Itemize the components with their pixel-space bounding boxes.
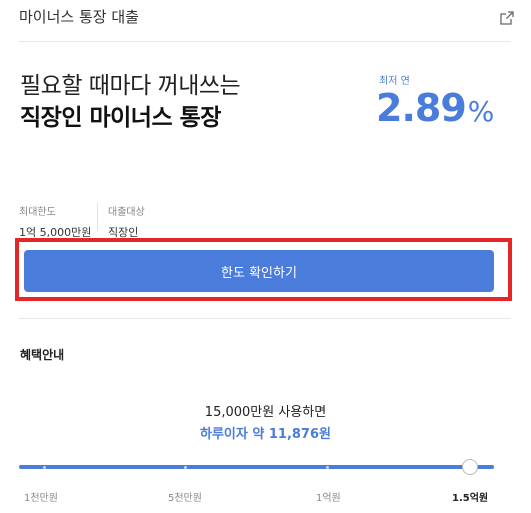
tick-label-10m[interactable]: 1천만원 (24, 489, 58, 504)
rate-number: 2.89 (376, 86, 467, 130)
hero-title: 직장인 마이너스 통장 (20, 105, 221, 131)
max-limit-label: 최대한도 (19, 207, 56, 218)
rate-value: 2.89% (376, 86, 495, 130)
slider-tick-dot (184, 466, 187, 469)
loan-target-label: 대출대상 (108, 207, 145, 218)
section-divider (19, 318, 511, 319)
info-separator (97, 203, 98, 231)
tick-label-50m[interactable]: 5천만원 (168, 489, 202, 504)
amount-slider-track[interactable] (19, 465, 494, 469)
loan-target-info: 대출대상 직장인 (108, 203, 145, 240)
rate-unit: % (467, 95, 495, 128)
benefit-title: 혜택안내 (20, 348, 65, 362)
amount-slider-handle[interactable] (462, 459, 478, 475)
hero-subtitle: 필요할 때마다 꺼내쓰는 (20, 73, 241, 99)
header-title: 마이너스 통장 대출 (19, 8, 139, 26)
usage-text: 15,000만원 사용하면 (204, 405, 327, 420)
slider-tick-dot (326, 466, 329, 469)
tick-label-150m[interactable]: 1.5억원 (452, 489, 488, 504)
rate-label: 최저 연 (379, 76, 410, 87)
daily-interest-text: 하루이자 약 11,876원 (200, 427, 331, 442)
header-divider (19, 41, 511, 42)
check-limit-button[interactable]: 한도 확인하기 (24, 250, 494, 292)
share-icon[interactable] (499, 10, 515, 26)
max-limit-info: 최대한도 1억 5,000만원 (19, 203, 91, 240)
slider-tick-dot (43, 466, 46, 469)
tick-label-100m[interactable]: 1억원 (316, 489, 341, 504)
